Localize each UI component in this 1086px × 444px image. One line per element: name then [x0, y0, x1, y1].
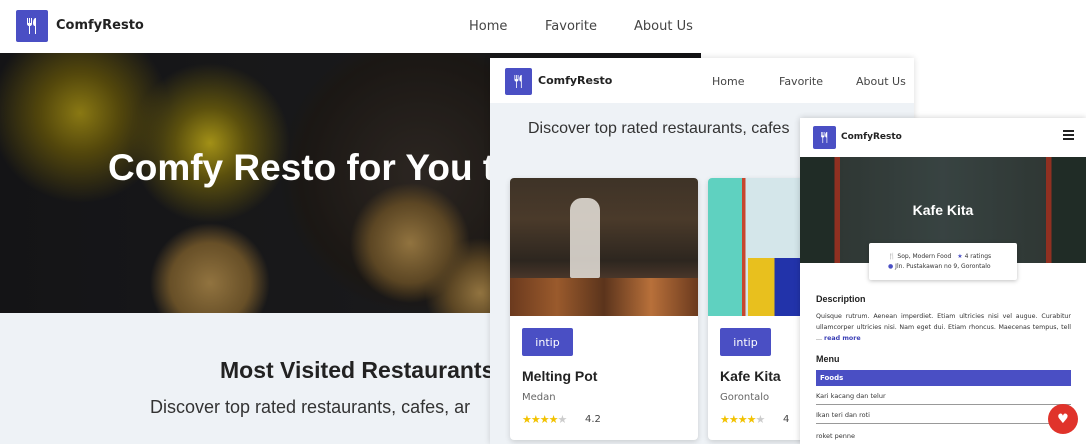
star-icon: ★ — [737, 413, 748, 426]
nav-home-link[interactable]: Home — [469, 19, 507, 34]
section-subtitle: Discover top rated restaurants, cafes, a… — [150, 397, 471, 417]
read-more-link[interactable]: read more — [824, 335, 861, 342]
screenshot-stage: ComfyResto Home Favorite About Us Comfy … — [0, 0, 1086, 444]
pin-icon: ● — [888, 263, 894, 270]
brand-name[interactable]: ComfyResto — [538, 74, 612, 87]
menu-heading: Menu — [816, 354, 840, 364]
nav-favorite-link[interactable]: Favorite — [779, 75, 823, 88]
star-icon: ★ — [557, 413, 568, 426]
menu-item: roket penne — [816, 432, 856, 440]
restaurant-city: Gorontalo — [720, 392, 770, 403]
desktop-navbar: ComfyResto Home Favorite About Us — [0, 0, 701, 53]
rating-value: 4 — [783, 414, 790, 425]
section-title: Most Visited Restaurants — [220, 357, 495, 383]
star-icon: ★ — [539, 413, 550, 426]
nav-favorite-link[interactable]: Favorite — [545, 19, 597, 34]
menu-icon[interactable] — [1063, 130, 1074, 140]
info-line-1: 🍴 Sop, Modern Food ★ 4 ratings — [888, 253, 991, 260]
heart-icon: ♥ — [1057, 411, 1069, 427]
ratings-count: 4 ratings — [964, 253, 992, 260]
hero-title: Comfy Resto for You t — [108, 147, 496, 188]
star-icon: ★ — [957, 253, 963, 260]
address: Jln. Pustakawan no 9, Gorontalo — [895, 263, 991, 270]
nav-about-link[interactable]: About Us — [856, 75, 906, 88]
fork-knife-icon[interactable] — [505, 68, 532, 95]
description-heading: Description — [816, 294, 866, 304]
star-icon: ★ — [522, 413, 532, 426]
fork-knife-icon[interactable] — [16, 10, 48, 42]
restaurant-name[interactable]: Kafe Kita — [720, 368, 781, 384]
fork-knife-icon[interactable] — [813, 126, 836, 149]
mobile-navbar: ComfyResto — [800, 118, 1086, 157]
description-text: Quisque rutrum. Aenean imperdiet. Etiam … — [816, 311, 1071, 344]
info-line-2: ● Jln. Pustakawan no 9, Gorontalo — [888, 263, 991, 270]
star-rating: ★★★★★ — [522, 413, 568, 426]
star-icon: ★ — [720, 413, 730, 426]
restaurant-title: Kafe Kita — [912, 202, 974, 218]
nav-about-link[interactable]: About Us — [634, 19, 693, 34]
intip-button[interactable]: intip — [522, 328, 573, 356]
star-rating: ★★★★★ — [720, 413, 766, 426]
restaurant-info-box: 🍴 Sop, Modern Food ★ 4 ratings ● Jln. Pu… — [869, 243, 1017, 280]
rating-value: 4.2 — [585, 414, 601, 425]
menu-item: Ikan teri dan roti — [816, 411, 1071, 424]
mobile-detail-view: ComfyResto Kafe Kita 🍴 Sop, Modern Food … — [800, 118, 1086, 444]
favorite-button[interactable]: ♥ — [1048, 404, 1078, 434]
restaurant-card[interactable]: intip Melting Pot Medan ★★★★★ 4.2 — [510, 178, 698, 440]
fork-knife-icon: 🍴 — [888, 253, 896, 260]
star-icon: ★ — [746, 413, 757, 426]
brand-name[interactable]: ComfyResto — [841, 132, 902, 142]
intip-button[interactable]: intip — [720, 328, 771, 356]
star-icon: ★ — [755, 413, 766, 426]
menu-item: Kari kacang dan telur — [816, 392, 1071, 405]
restaurant-image — [510, 178, 698, 316]
restaurant-city: Medan — [522, 392, 556, 403]
star-icon: ★ — [728, 413, 739, 426]
tablet-subtitle: Discover top rated restaurants, cafes — [528, 120, 790, 137]
star-icon: ★ — [530, 413, 541, 426]
categories: Sop, Modern Food — [897, 253, 952, 260]
brand-name[interactable]: ComfyResto — [56, 18, 144, 33]
nav-home-link[interactable]: Home — [712, 75, 744, 88]
tablet-navbar: ComfyResto Home Favorite About Us — [490, 58, 914, 103]
foods-header: Foods — [816, 370, 1071, 386]
restaurant-name[interactable]: Melting Pot — [522, 368, 597, 384]
star-icon: ★ — [548, 413, 559, 426]
